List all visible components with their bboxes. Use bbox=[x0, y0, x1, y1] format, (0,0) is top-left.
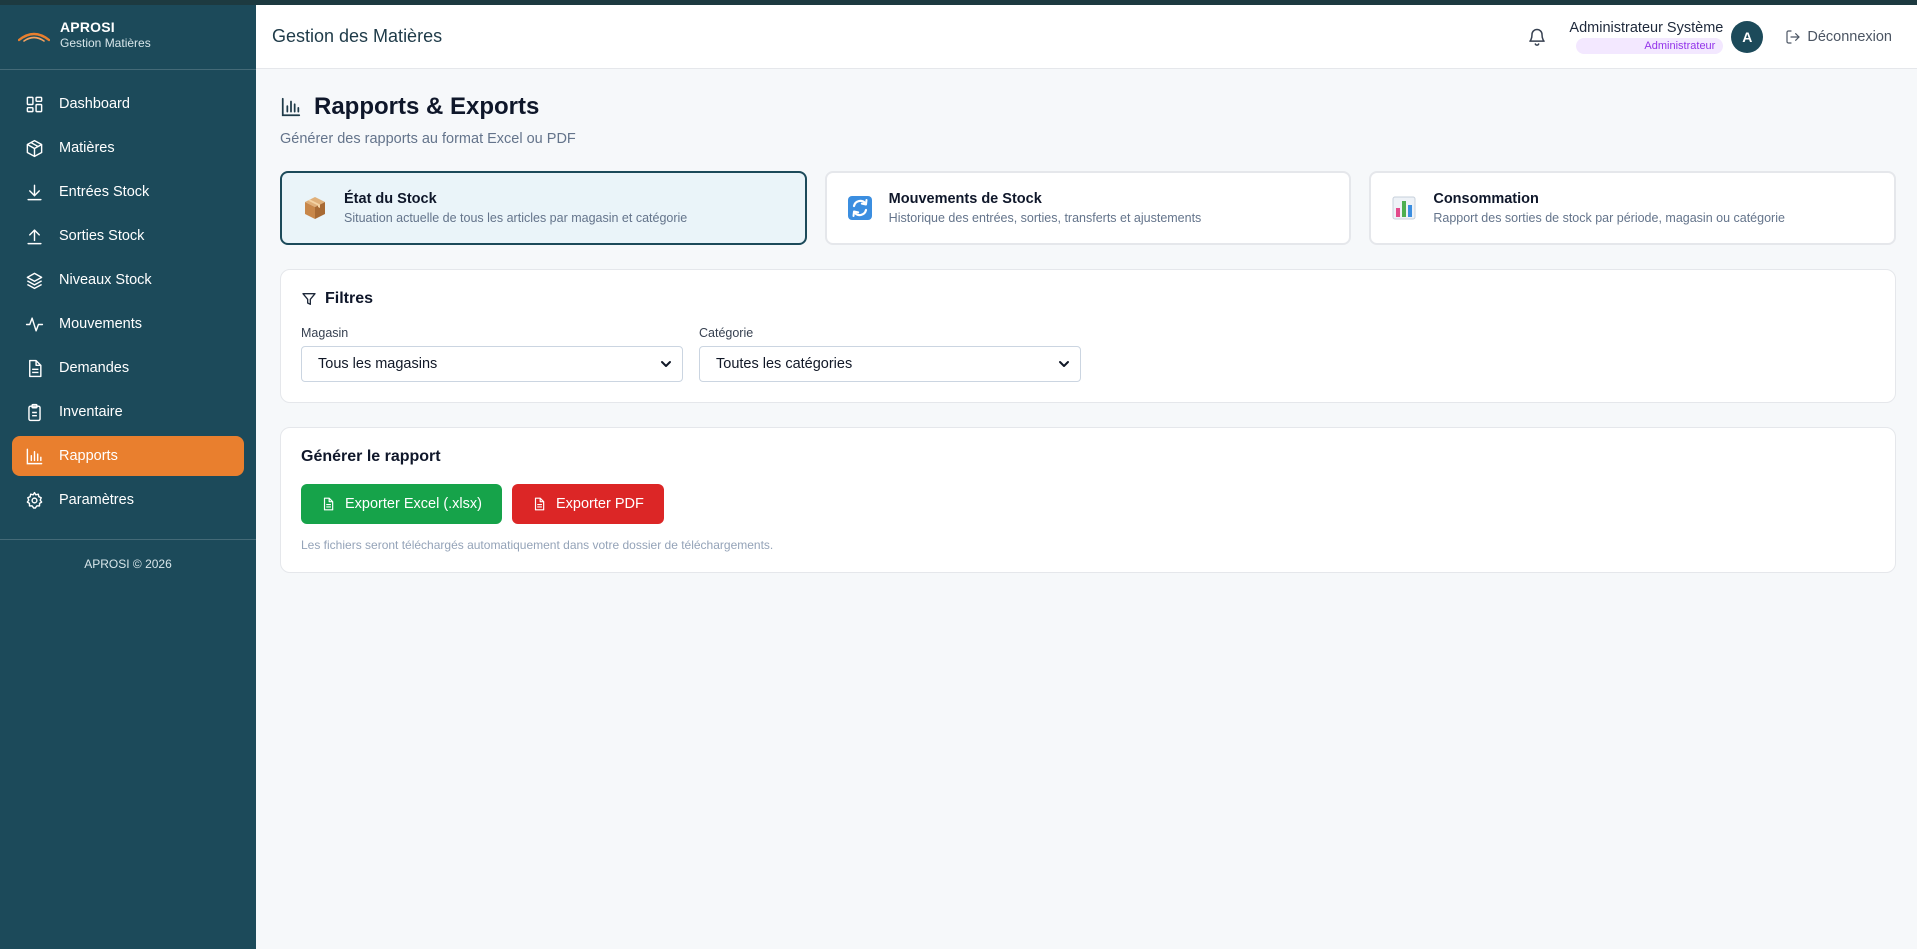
page-subtitle: Générer des rapports au format Excel ou … bbox=[280, 131, 576, 147]
sidebar-item-dashboard[interactable]: Dashboard bbox=[12, 84, 244, 124]
card-description: Historique des entrées, sorties, transfe… bbox=[888, 211, 1202, 225]
download-hint: Les fichiers seront téléchargés automati… bbox=[301, 538, 774, 552]
sidebar-item-matieres[interactable]: Matières bbox=[12, 128, 244, 168]
chevron-down-icon bbox=[1059, 361, 1069, 367]
package-icon bbox=[305, 197, 325, 219]
logout-label: Déconnexion bbox=[1807, 28, 1892, 45]
logout-icon bbox=[1786, 29, 1800, 44]
categorie-select[interactable]: Toutes les catégories bbox=[699, 346, 1081, 382]
user-info: Administrateur Système Administrateur bbox=[1569, 19, 1724, 54]
sidebar-item-label: Niveaux Stock bbox=[59, 272, 152, 288]
filters-panel: Filtres Magasin Tous les magasins Catégo… bbox=[280, 269, 1896, 403]
sidebar-item-parametres[interactable]: Paramètres bbox=[12, 480, 244, 520]
logout-button[interactable]: Déconnexion bbox=[1785, 29, 1892, 45]
sidebar-item-demandes[interactable]: Demandes bbox=[12, 348, 244, 388]
document-icon bbox=[29, 359, 42, 377]
chart-icon bbox=[1392, 196, 1416, 220]
categorie-label: Catégorie bbox=[699, 326, 754, 340]
export-pdf-button[interactable]: Exporter PDF bbox=[511, 484, 664, 524]
card-title: État du Stock bbox=[344, 191, 437, 207]
card-description: Rapport des sorties de stock par période… bbox=[1433, 211, 1785, 225]
copyright: APROSI © 2026 bbox=[84, 557, 172, 571]
generate-panel: Générer le rapport Exporter Excel (.xlsx… bbox=[280, 427, 1896, 573]
magasin-select[interactable]: Tous les magasins bbox=[301, 346, 683, 382]
sidebar-item-inventaire[interactable]: Inventaire bbox=[12, 392, 244, 432]
categorie-selected-value: Toutes les catégories bbox=[716, 356, 853, 372]
bar-chart-icon bbox=[281, 97, 301, 117]
page-title-row: Rapports & Exports bbox=[280, 93, 1896, 121]
gear-icon bbox=[26, 491, 43, 509]
generate-title: Générer le rapport bbox=[301, 448, 441, 465]
filters-title: Filtres bbox=[301, 290, 1875, 308]
filters-title-text: Filtres bbox=[325, 290, 374, 307]
sidebar-item-label: Demandes bbox=[59, 360, 130, 376]
sidebar-item-label: Matières bbox=[59, 140, 115, 156]
sidebar-item-label: Paramètres bbox=[59, 492, 134, 508]
sidebar-item-label: Entrées Stock bbox=[59, 184, 150, 200]
brand-subtitle: Gestion Matières bbox=[60, 36, 151, 50]
arrow-down-icon bbox=[27, 184, 42, 200]
export-excel-label: Exporter Excel (.xlsx) bbox=[345, 496, 482, 512]
top-strip bbox=[0, 0, 1917, 5]
sidebar: APROSI Gestion Matières Dashboard Matièr… bbox=[0, 0, 256, 949]
filters-row: Magasin Tous les magasins Catégorie Tout… bbox=[301, 326, 1875, 382]
main-content: Rapports & Exports Générer des rapports … bbox=[280, 69, 1897, 573]
sidebar-item-entrees-stock[interactable]: Entrées Stock bbox=[12, 172, 244, 212]
magasin-label: Magasin bbox=[301, 326, 349, 340]
user-name: Administrateur Système bbox=[1569, 19, 1724, 36]
avatar[interactable]: A bbox=[1731, 20, 1764, 53]
sidebar-item-label: Inventaire bbox=[59, 404, 123, 420]
export-excel-button[interactable]: Exporter Excel (.xlsx) bbox=[301, 484, 502, 524]
file-icon bbox=[534, 497, 545, 511]
box-icon bbox=[26, 139, 43, 157]
chevron-down-icon bbox=[661, 361, 671, 367]
sidebar-divider bbox=[0, 539, 256, 540]
sidebar-item-label: Mouvements bbox=[59, 316, 143, 332]
report-card-etat-du-stock[interactable]: État du Stock Situation actuelle de tous… bbox=[280, 171, 807, 245]
bar-chart-icon bbox=[26, 448, 43, 464]
categorie-field: Catégorie Toutes les catégories bbox=[699, 326, 1081, 382]
clipboard-icon bbox=[28, 403, 41, 421]
report-card-consommation[interactable]: Consommation Rapport des sorties de stoc… bbox=[1369, 171, 1897, 245]
sidebar-nav: Dashboard Matières Entrées Stock Sorties… bbox=[0, 70, 256, 520]
page-title: Rapports & Exports bbox=[314, 93, 540, 120]
brand[interactable]: APROSI Gestion Matières bbox=[0, 0, 256, 70]
card-description: Situation actuelle de tous les articles … bbox=[344, 211, 688, 225]
sidebar-item-niveaux-stock[interactable]: Niveaux Stock bbox=[12, 260, 244, 300]
sidebar-item-sorties-stock[interactable]: Sorties Stock bbox=[12, 216, 244, 256]
header-title: Gestion des Matières bbox=[272, 26, 443, 46]
user-role-badge: Administrateur bbox=[1576, 37, 1724, 54]
sidebar-item-mouvements[interactable]: Mouvements bbox=[12, 304, 244, 344]
sidebar-item-label: Rapports bbox=[59, 448, 118, 464]
card-title: Consommation bbox=[1433, 191, 1539, 207]
export-buttons: Exporter Excel (.xlsx) Exporter PDF bbox=[301, 484, 1875, 524]
filter-icon bbox=[302, 293, 316, 305]
activity-icon bbox=[25, 316, 44, 332]
card-title: Mouvements de Stock bbox=[888, 191, 1042, 207]
layers-icon bbox=[26, 272, 43, 289]
sidebar-item-rapports[interactable]: Rapports bbox=[12, 436, 244, 476]
sidebar-item-label: Dashboard bbox=[59, 96, 130, 112]
sidebar-item-label: Sorties Stock bbox=[59, 228, 145, 244]
dashboard-icon bbox=[26, 96, 43, 112]
magasin-field: Magasin Tous les magasins bbox=[301, 326, 683, 382]
arrow-up-icon bbox=[27, 228, 42, 244]
brand-name: APROSI bbox=[60, 19, 115, 35]
report-type-cards: État du Stock Situation actuelle de tous… bbox=[280, 171, 1897, 245]
refresh-icon bbox=[847, 196, 872, 220]
bell-icon[interactable] bbox=[1527, 27, 1547, 47]
report-card-mouvements-de-stock[interactable]: Mouvements de Stock Historique des entré… bbox=[824, 171, 1352, 245]
file-icon bbox=[323, 497, 334, 511]
magasin-selected-value: Tous les magasins bbox=[318, 356, 438, 372]
header-right: Administrateur Système Administrateur A … bbox=[1527, 5, 1917, 68]
top-header: Gestion des Matières Administrateur Syst… bbox=[256, 5, 1917, 69]
export-pdf-label: Exporter PDF bbox=[555, 496, 644, 512]
brand-logo-icon bbox=[18, 32, 50, 42]
